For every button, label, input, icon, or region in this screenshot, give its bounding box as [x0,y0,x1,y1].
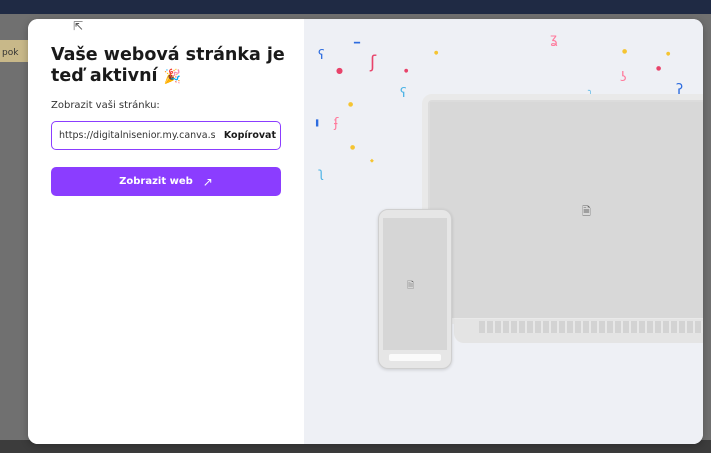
confetti-icon: ● [622,48,628,55]
confetti-icon: ● [350,144,356,151]
confetti-icon: ʄ [334,116,339,131]
laptop-screen [430,102,703,318]
confetti-icon: ● [348,101,354,108]
party-popper-icon: 🎉 [163,69,182,85]
modal-content-panel: ⇱ Vaše webová stránka je teď aktivní 🎉 Z… [28,19,304,444]
phone-mockup: 🗎 [378,209,452,369]
modal-title: Vaše webová stránka je teď aktivní 🎉 [51,45,291,88]
confetti-icon: ━ [354,38,361,49]
site-url-field[interactable]: https://digitalnisenior.my.canva.site Ko… [51,121,281,150]
publish-success-modal: ⇱ Vaše webová stránka je teď aktivní 🎉 Z… [28,19,703,444]
site-url-value[interactable]: https://digitalnisenior.my.canva.site [59,130,215,141]
confetti-icon: ● [656,65,662,72]
phone-home-bar [389,354,441,361]
backdrop-header [0,0,711,14]
laptop-mockup [422,94,703,324]
confetti-icon: ● [336,66,343,75]
confetti-icon: ▌ [316,120,321,127]
confetti-icon: ◆ [370,158,374,164]
url-label: Zobrazit vaši stránku: [51,100,160,111]
backdrop-side-text: pok [2,48,19,58]
external-link-icon: ↗ [202,174,213,189]
view-website-button[interactable]: Zobrazit web ↗ [51,167,281,196]
confetti-icon: ʅ [318,166,324,181]
file-icon: 🗎 [407,281,415,291]
confetti-icon: ʕ [318,48,325,63]
confetti-icon: ʓ [550,32,558,47]
confetti-icon: ● [666,51,671,57]
backdrop-side-tab: pok [0,40,30,62]
view-website-label: Zobrazit web [119,176,193,187]
confetti-icon: ● [434,50,439,56]
laptop-keyboard [479,321,703,333]
mouse-pointer-icon: ⇱ [73,19,84,33]
confetti-icon: ʕ [400,86,407,101]
confetti-icon: ʖ [620,70,627,85]
file-icon: 🗎 [582,205,591,218]
phone-screen [383,218,447,350]
confetti-icon: ● [404,68,409,74]
confetti-icon: ʃ [370,52,377,73]
illustration-panel: ʕ ━ ʃ ● ● ʕ ● ● ▌ ʄ ● ◆ ʅ ʓ ● ● ● ʖ ʔ ╮ … [304,19,703,444]
modal-title-line1: Vaše webová stránka je [51,45,285,65]
modal-title-line2: teď aktivní [51,66,158,86]
copy-button[interactable]: Kopírovat [223,130,276,141]
